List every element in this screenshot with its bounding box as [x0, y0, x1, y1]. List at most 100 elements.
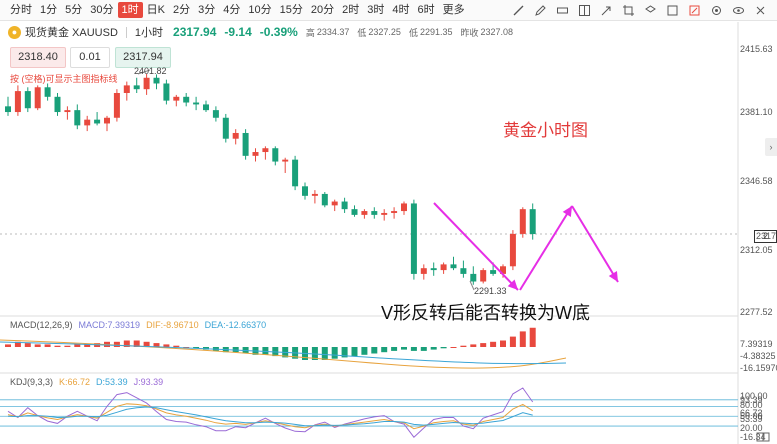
candle-body: [509, 233, 516, 267]
price-tick: 2415.63: [740, 44, 773, 54]
price-tick: 2312.05: [740, 245, 773, 255]
macd-bar: [381, 347, 388, 353]
macd-bar: [331, 347, 338, 359]
buy-button[interactable]: 2317.94: [115, 47, 171, 68]
macd-bar: [500, 340, 506, 347]
candle-body: [153, 77, 160, 84]
annotation-title: 黄金小时图: [503, 121, 588, 140]
price-tick: 2381.10: [740, 107, 773, 117]
annotation-main: V形反转后能否转换为W底: [381, 303, 590, 323]
candle-body: [104, 117, 110, 124]
macd-bar: [24, 343, 31, 347]
macd-bar: [34, 344, 41, 347]
candle-body: [460, 268, 467, 274]
macd-bar: [44, 344, 51, 347]
candle-body: [321, 193, 328, 206]
arrow-down-w: [571, 205, 619, 283]
candle-body: [5, 106, 11, 113]
candle-body: [34, 87, 41, 109]
candle-body: [292, 159, 299, 187]
macd-title[interactable]: MACD(12,26,9): [10, 320, 73, 330]
macd-bar: [529, 327, 536, 347]
candle-body: [113, 92, 120, 118]
kdj-title[interactable]: KDJ(9,3,3): [10, 377, 53, 387]
current-price-value: 2317.94: [756, 231, 777, 241]
macd-tick: -4.38325: [740, 351, 776, 361]
macd-bar: [480, 343, 487, 347]
candle-body: [470, 273, 477, 282]
candle-body: [84, 119, 91, 126]
candle-body: [341, 201, 348, 210]
candle-body: [401, 203, 407, 212]
candle-body: [371, 211, 378, 215]
kdj-legend: KDJ(9,3,3) K:66.72 D:53.39 J:93.39: [10, 377, 163, 387]
price-tick: 2277.52: [740, 307, 773, 317]
expand-panel-icon[interactable]: ›: [765, 138, 777, 156]
macd-bar: [64, 345, 71, 347]
macd-bar: [361, 347, 368, 355]
macd-bar: [410, 347, 417, 351]
candle-body: [163, 83, 170, 101]
macd-bar: [351, 347, 358, 357]
macd-bar: [490, 341, 497, 347]
candle-body: [183, 96, 190, 103]
kdj-j: J:93.39: [133, 377, 164, 387]
macd-bar: [440, 347, 447, 349]
macd-bar: [420, 347, 427, 351]
candle-body: [450, 264, 457, 269]
candle-body: [123, 85, 130, 93]
kdj-k: K:66.72: [59, 377, 91, 387]
macd-legend: MACD(12,26,9) MACD:7.39319 DIF:-8.96710 DEA…: [10, 320, 266, 330]
macd-bar: [430, 347, 437, 350]
candle-body: [420, 268, 427, 274]
candle-body: [94, 119, 101, 124]
candle-body: [480, 270, 487, 282]
candle-body: [381, 212, 388, 215]
candle-body: [44, 87, 51, 97]
candle-body: [430, 268, 437, 271]
macd-bar: [460, 345, 467, 347]
candle-body: [74, 110, 81, 126]
quantity-input[interactable]: 0.01: [70, 47, 110, 68]
candle-body: [54, 96, 61, 113]
macd-bar: [470, 344, 477, 347]
candle-body: [242, 132, 249, 156]
macd-tick: 7.39319: [740, 339, 773, 349]
candle-body: [361, 211, 368, 215]
kdj-j-line: [7, 387, 534, 438]
candle-body: [212, 110, 219, 118]
sell-button[interactable]: 2318.40: [10, 47, 66, 68]
macd-bar: [450, 347, 457, 348]
candle-body: [311, 193, 318, 196]
macd-bar: [54, 345, 61, 347]
layout-toggle-icon[interactable]: [752, 430, 774, 444]
macd-dif: DIF:-8.96710: [146, 320, 199, 330]
indicator-hint: 按 (空格)可显示主图指标线: [10, 74, 118, 84]
macd-bar: [391, 347, 398, 351]
candle-body: [193, 102, 200, 105]
candle-body: [519, 209, 526, 234]
macd-bar: [519, 331, 526, 347]
arrow-up-v: [519, 205, 573, 291]
candle-body: [282, 159, 289, 162]
macd-value: MACD:7.39319: [78, 320, 141, 330]
macd-tick: -16.15970: [740, 363, 777, 373]
macd-bar: [321, 347, 328, 360]
macd-bar: [74, 344, 81, 347]
candle-body: [64, 110, 71, 113]
macd-bar: [5, 344, 11, 347]
kdj-d: D:53.39: [96, 377, 128, 387]
macd-bar: [401, 347, 407, 350]
candle-body: [203, 104, 209, 111]
candle-body: [143, 77, 150, 90]
candle-body: [490, 270, 497, 274]
candle-body: [173, 96, 180, 101]
candle-body: [14, 91, 21, 113]
candle-body: [331, 201, 338, 206]
candle-body: [252, 152, 259, 156]
candle-body: [391, 211, 398, 213]
candle-body: [410, 203, 417, 274]
low-marker: 2291.33: [474, 286, 507, 296]
candle-body: [272, 148, 279, 162]
high-marker: 2401.82: [134, 66, 167, 76]
